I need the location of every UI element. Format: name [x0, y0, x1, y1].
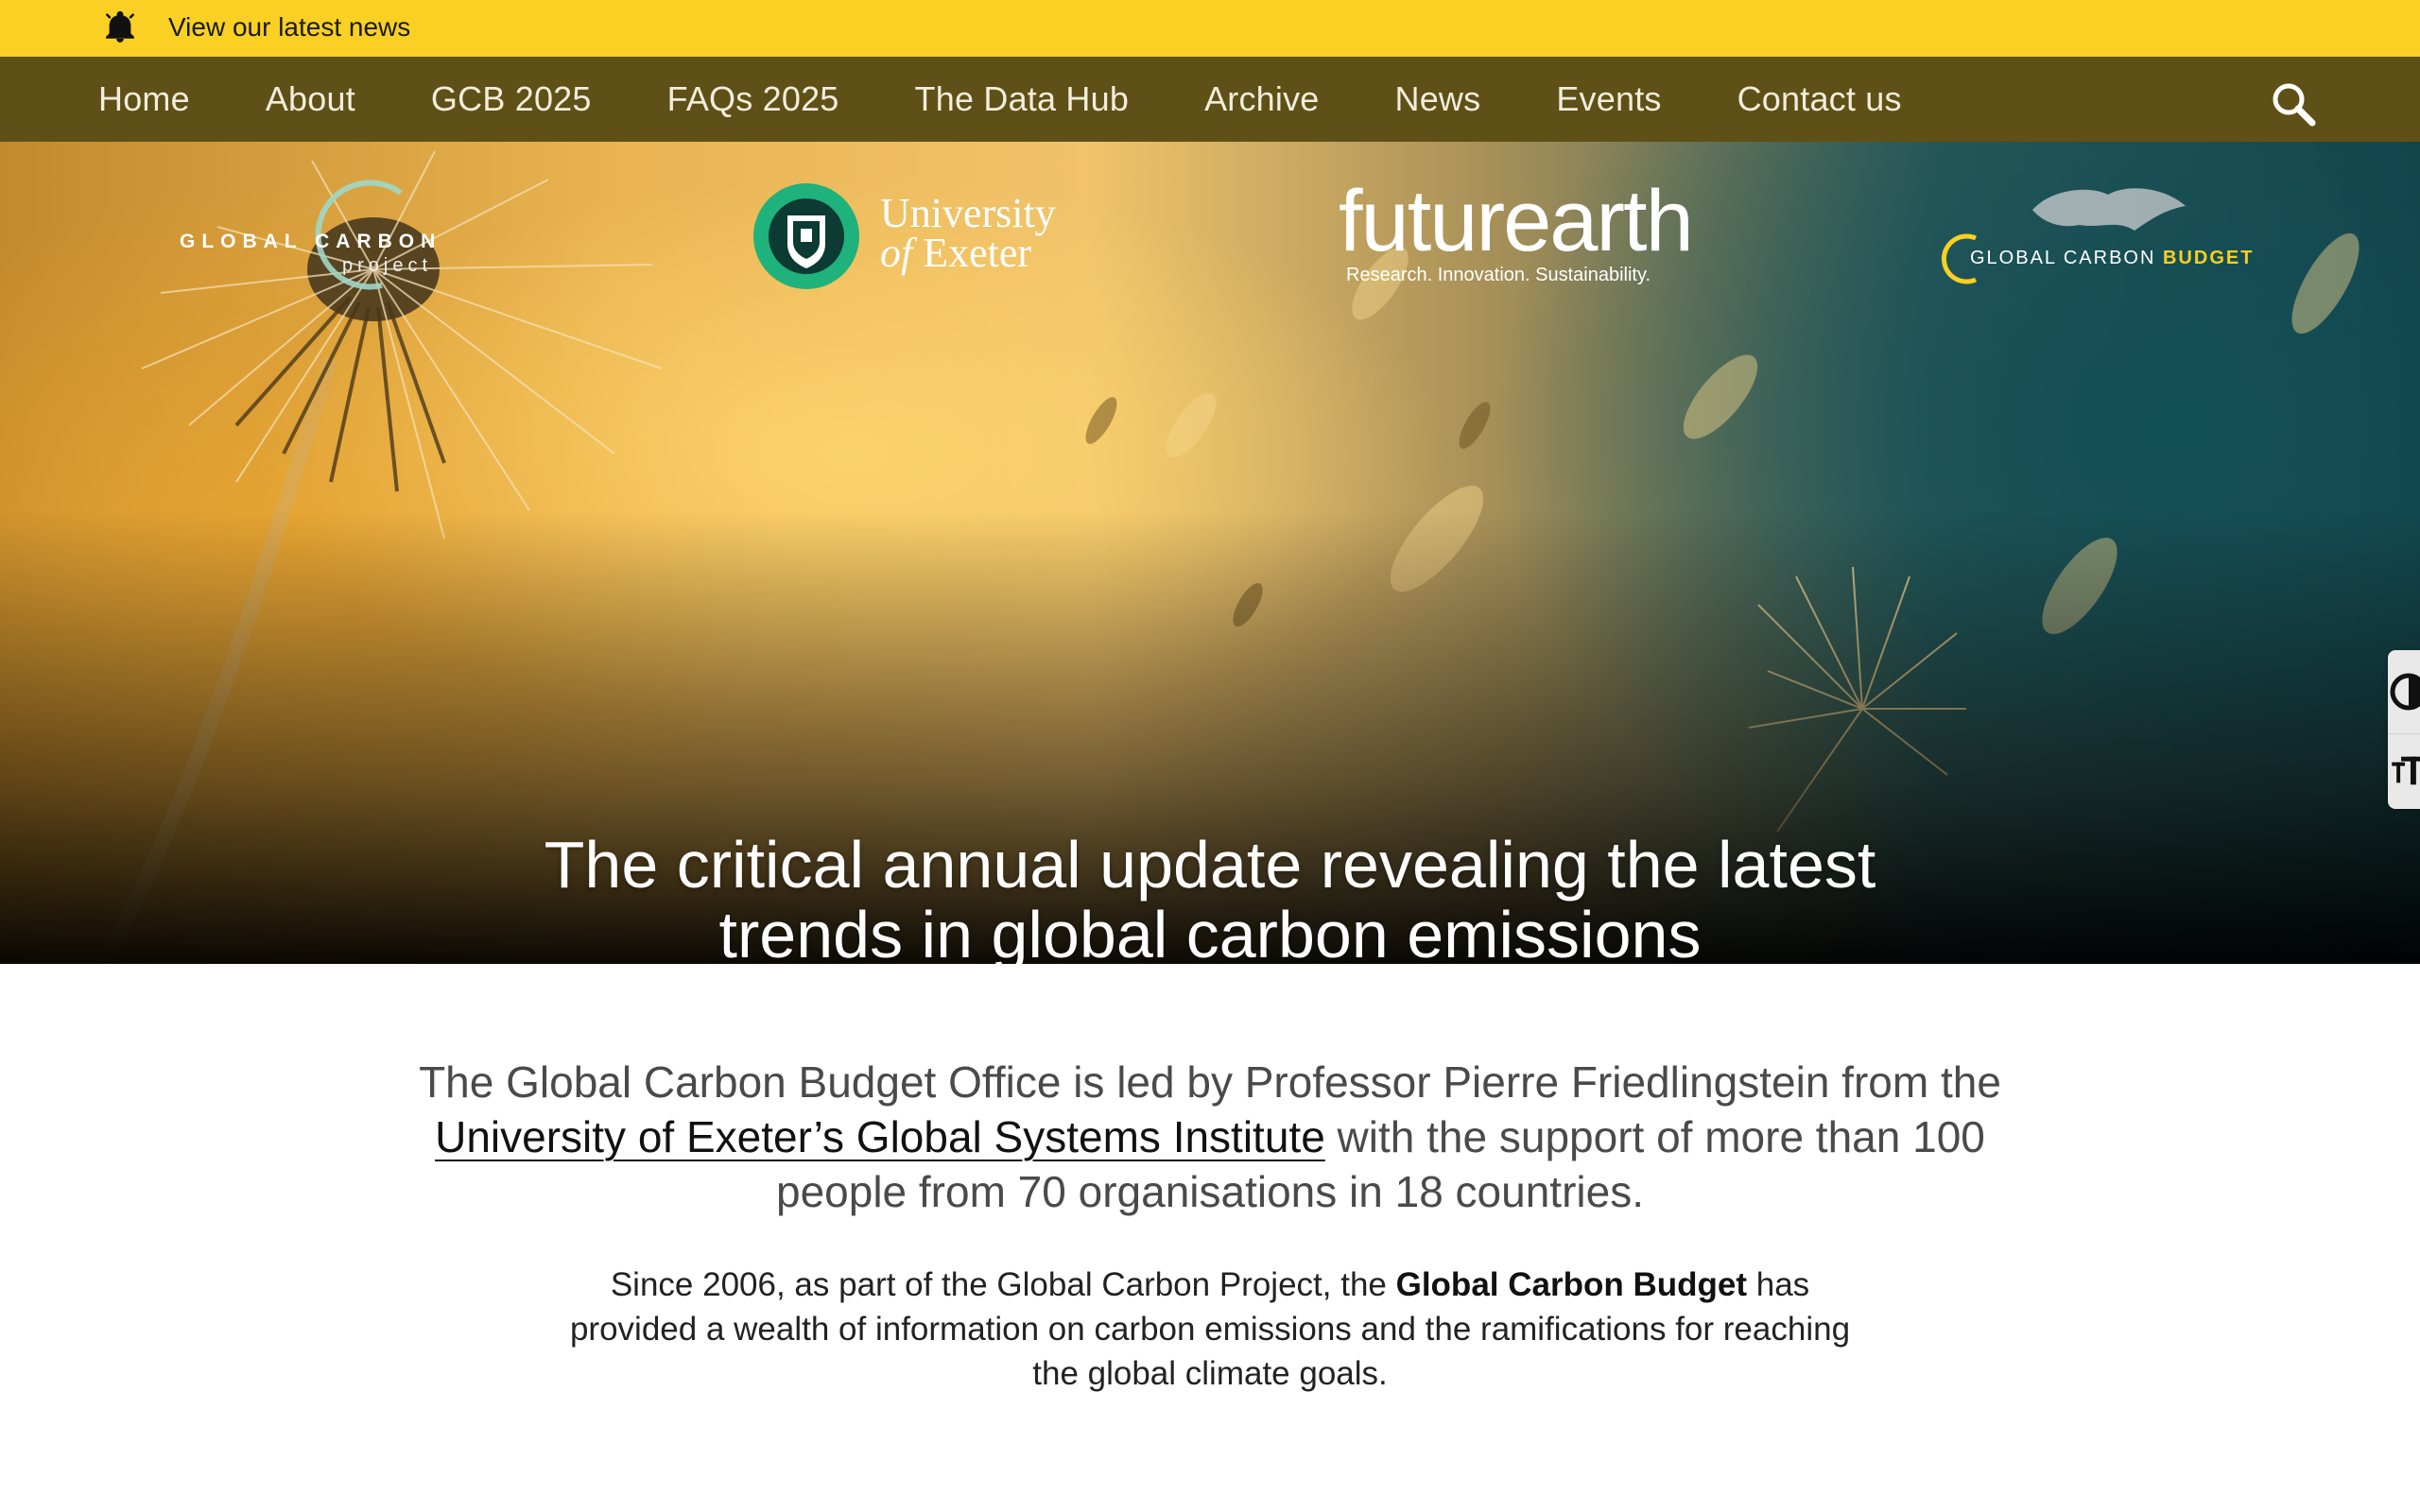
university-of-exeter-logo[interactable]: University of Exeter [752, 180, 1073, 293]
exeter-logo-line2: of Exeter [880, 232, 1031, 274]
exeter-logo-line1: University [880, 190, 1056, 236]
future-earth-logo[interactable]: futurearth Research. Innovation. Sustain… [1333, 173, 1694, 293]
news-bar: View our latest news [0, 0, 2420, 57]
exeter-gsi-link[interactable]: University of Exeter’s Global Systems In… [435, 1112, 1325, 1161]
gcb-logo-text: GLOBAL CARBON BUDGET [1970, 248, 2254, 269]
nav-item-news[interactable]: News [1395, 79, 1481, 119]
sub-text-before: Since 2006, as part of the Global Carbon… [610, 1266, 1396, 1303]
nav-item-faqs-2025[interactable]: FAQs 2025 [667, 79, 839, 119]
latest-news-link[interactable]: View our latest news [168, 9, 410, 45]
global-carbon-budget-logo[interactable]: GLOBAL CARBON BUDGET [1938, 181, 2269, 295]
nav-menu: Home About GCB 2025 FAQs 2025 The Data H… [98, 57, 1978, 142]
global-carbon-project-logo[interactable]: GLOBAL CARBON project [180, 180, 482, 293]
nav-item-about[interactable]: About [266, 79, 355, 119]
gcb-logo-part2: BUDGET [2162, 248, 2255, 268]
nav-item-contact[interactable]: Contact us [1737, 79, 1902, 119]
exeter-logo-exeter: Exeter [912, 230, 1032, 276]
sub-paragraph: Since 2006, as part of the Global Carbon… [567, 1263, 1853, 1396]
bell-icon [106, 10, 134, 43]
gcb-logo-part1: GLOBAL CARBON [1970, 248, 2156, 268]
nav-item-gcb-2025[interactable]: GCB 2025 [431, 79, 592, 119]
gcp-logo-line2: project [342, 255, 433, 276]
sub-text-bold: Global Carbon Budget [1395, 1266, 1747, 1303]
text-size-icon[interactable] [2388, 733, 2420, 809]
accessibility-toolbar [2388, 650, 2420, 809]
nav-item-home[interactable]: Home [98, 79, 190, 119]
intro-text-before: The Global Carbon Budget Office is led b… [419, 1057, 2001, 1107]
contrast-icon[interactable] [2388, 654, 2420, 730]
main-nav: Home About GCB 2025 FAQs 2025 The Data H… [0, 57, 2420, 142]
exeter-logo-of: of [880, 230, 913, 276]
exeter-crest-icon [753, 183, 859, 289]
future-earth-tagline: Research. Innovation. Sustainability. [1346, 265, 1651, 285]
nav-item-events[interactable]: Events [1556, 79, 1661, 119]
intro-paragraph: The Global Carbon Budget Office is led b… [416, 1055, 2004, 1219]
world-map-icon [2032, 188, 2186, 231]
hero-headline: The critical annual update revealing the… [544, 828, 1876, 964]
nav-item-data-hub[interactable]: The Data Hub [915, 79, 1130, 119]
search-icon[interactable] [2269, 79, 2320, 130]
future-earth-wordmark: futurearth [1339, 173, 1694, 269]
nav-item-archive[interactable]: Archive [1204, 79, 1319, 119]
gcp-logo-line1: GLOBAL CARBON [180, 231, 442, 252]
